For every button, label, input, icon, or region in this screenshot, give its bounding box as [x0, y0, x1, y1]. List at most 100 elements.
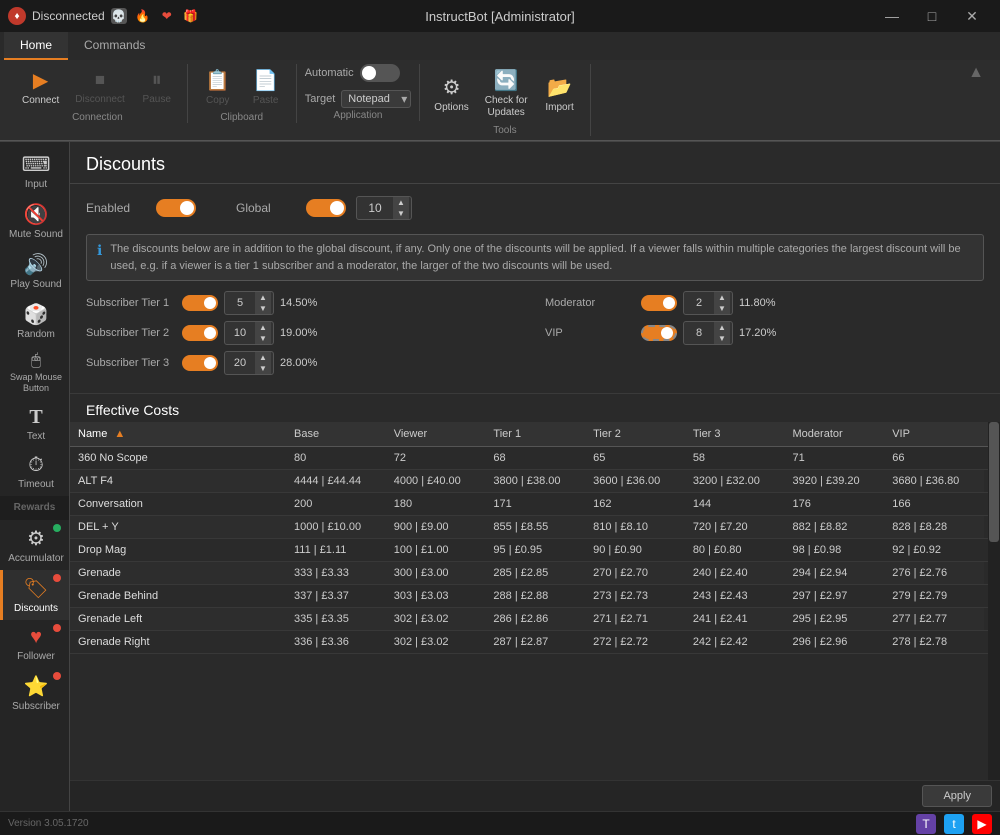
enabled-toggle[interactable]: [156, 199, 196, 217]
tier3-spinbox: ▲ ▼: [224, 351, 274, 375]
minimize-button[interactable]: —: [872, 0, 912, 32]
subscriber-icon: ⭐: [24, 674, 49, 699]
maximize-button[interactable]: □: [912, 0, 952, 32]
col-base: Base: [286, 422, 386, 447]
cell-name: 360 No Scope: [70, 447, 286, 470]
cell-tier1: 95 | £0.95: [485, 539, 585, 562]
vip-decrement[interactable]: ▼: [714, 333, 730, 344]
cell-vip: 279 | £2.79: [884, 585, 984, 608]
vip-toggle[interactable]: [641, 325, 677, 341]
table-scrollbar[interactable]: [988, 422, 1000, 780]
automatic-toggle[interactable]: [360, 64, 400, 82]
import-button[interactable]: 📂 Import: [538, 71, 582, 117]
tier1-decrement[interactable]: ▼: [255, 303, 271, 314]
heart-icon: ❤: [159, 8, 175, 24]
cell-moderator: 297 | £2.97: [785, 585, 885, 608]
ribbon-content: ▶ Connect ⏹ Disconnect ⏸ Pause Connectio…: [0, 60, 1000, 141]
sort-arrow-icon: ▲: [114, 428, 125, 440]
global-decrement[interactable]: ▼: [393, 208, 409, 219]
tier1-increment[interactable]: ▲: [255, 292, 271, 303]
cell-tier3: 720 | £7.20: [685, 516, 785, 539]
ribbon-group-application: Automatic Target Notepad Application: [297, 64, 421, 121]
window-controls: — □ ✕: [872, 0, 992, 32]
cell-base: 335 | £3.35: [286, 608, 386, 631]
sidebar-item-random[interactable]: 🎲 Random: [0, 296, 69, 346]
target-select[interactable]: Notepad: [341, 90, 411, 108]
sidebar-item-follower[interactable]: ♥ Follower: [0, 620, 69, 668]
cell-name: ALT F4: [70, 470, 286, 493]
close-button[interactable]: ✕: [952, 0, 992, 32]
vip-increment[interactable]: ▲: [714, 322, 730, 333]
sidebar-item-accumulator[interactable]: ⚙ Accumulator: [0, 520, 69, 570]
tab-commands[interactable]: Commands: [68, 32, 161, 60]
vip-value-input[interactable]: [684, 326, 714, 340]
cell-vip: 277 | £2.77: [884, 608, 984, 631]
cell-viewer: 302 | £3.02: [386, 631, 486, 654]
copy-button[interactable]: 📋 Copy: [196, 64, 240, 110]
twitch-icon[interactable]: T: [916, 814, 936, 834]
tier3-increment[interactable]: ▲: [255, 352, 271, 363]
cell-viewer: 900 | £9.00: [386, 516, 486, 539]
gift-icon: 🎁: [183, 8, 199, 24]
flame-icon: 🔥: [135, 8, 151, 24]
disconnect-button[interactable]: ⏹ Disconnect: [69, 65, 130, 109]
check-updates-button[interactable]: 🔄 Check forUpdates: [479, 64, 534, 123]
scrollbar-thumb[interactable]: [989, 422, 999, 542]
follower-badge: [53, 624, 61, 632]
connect-button[interactable]: ▶ Connect: [16, 64, 65, 110]
cell-vip: 278 | £2.78: [884, 631, 984, 654]
sidebar-item-swap-mouse[interactable]: 🖱 Swap Mouse Button: [0, 346, 69, 400]
tier3-value-input[interactable]: [225, 356, 255, 370]
top-settings-row: Enabled Global ▲ ▼: [86, 196, 984, 228]
paste-button[interactable]: 📄 Paste: [244, 64, 288, 110]
global-value-input[interactable]: [357, 199, 393, 217]
youtube-icon[interactable]: ▶: [972, 814, 992, 834]
tier2-toggle[interactable]: [182, 325, 218, 341]
cell-vip: 66: [884, 447, 984, 470]
global-increment[interactable]: ▲: [393, 197, 409, 208]
options-button[interactable]: ⚙ Options: [428, 71, 474, 117]
sidebar-item-discounts[interactable]: 🏷 Discounts: [0, 570, 69, 620]
table-row: Drop Mag111 | £1.11100 | £1.0095 | £0.95…: [70, 539, 1000, 562]
sidebar-item-subscriber[interactable]: ⭐ Subscriber: [0, 668, 69, 718]
global-toggle[interactable]: [306, 199, 346, 217]
cell-tier2: 810 | £8.10: [585, 516, 685, 539]
col-name[interactable]: Name ▲: [70, 422, 286, 447]
tier2-decrement[interactable]: ▼: [255, 333, 271, 344]
moderator-spinbox: ▲ ▼: [683, 291, 733, 315]
pause-button[interactable]: ⏸ Pause: [135, 65, 179, 109]
tier2-value-input[interactable]: [225, 326, 255, 340]
table-row: Grenade Behind337 | £3.37303 | £3.03288 …: [70, 585, 1000, 608]
tier1-value-input[interactable]: [225, 296, 255, 310]
sidebar-item-play-sound[interactable]: 🔊 Play Sound: [0, 246, 69, 296]
tier3-decrement[interactable]: ▼: [255, 363, 271, 374]
sidebar-item-input[interactable]: ⌨ Input: [0, 146, 69, 196]
twitter-icon[interactable]: t: [944, 814, 964, 834]
cell-vip: 92 | £0.92: [884, 539, 984, 562]
target-row: Target Notepad: [305, 90, 412, 108]
ribbon-collapse-button[interactable]: ▲: [968, 64, 992, 82]
tier2-increment[interactable]: ▲: [255, 322, 271, 333]
cell-tier1: 855 | £8.55: [485, 516, 585, 539]
moderator-increment[interactable]: ▲: [714, 292, 730, 303]
content-header: Discounts: [70, 142, 1000, 184]
apply-button[interactable]: Apply: [922, 785, 992, 807]
sidebar-item-mute-sound[interactable]: 🔇 Mute Sound: [0, 196, 69, 246]
cell-tier1: 287 | £2.87: [485, 631, 585, 654]
app-title: InstructBot [Administrator]: [425, 9, 575, 24]
moderator-value-input[interactable]: [684, 296, 714, 310]
table-row: Grenade Left335 | £3.35302 | £3.02286 | …: [70, 608, 1000, 631]
cell-name: Conversation: [70, 493, 286, 516]
cell-vip: 828 | £8.28: [884, 516, 984, 539]
global-spinbox-btns: ▲ ▼: [393, 197, 409, 219]
sidebar-item-timeout[interactable]: ⏱ Timeout: [0, 448, 69, 496]
moderator-decrement[interactable]: ▼: [714, 303, 730, 314]
table-wrap: Name ▲ Base Viewer Tier 1 Tier 2 Tier 3 …: [70, 422, 1000, 780]
moderator-toggle[interactable]: [641, 295, 677, 311]
ribbon-group-connection: ▶ Connect ⏹ Disconnect ⏸ Pause Connectio…: [8, 64, 188, 123]
effective-costs-section: Effective Costs Name ▲ Base Viewer Tier …: [70, 394, 1000, 780]
tab-home[interactable]: Home: [4, 32, 68, 60]
sidebar-item-text[interactable]: T Text: [0, 400, 69, 448]
tier3-toggle[interactable]: [182, 355, 218, 371]
tier1-toggle[interactable]: [182, 295, 218, 311]
